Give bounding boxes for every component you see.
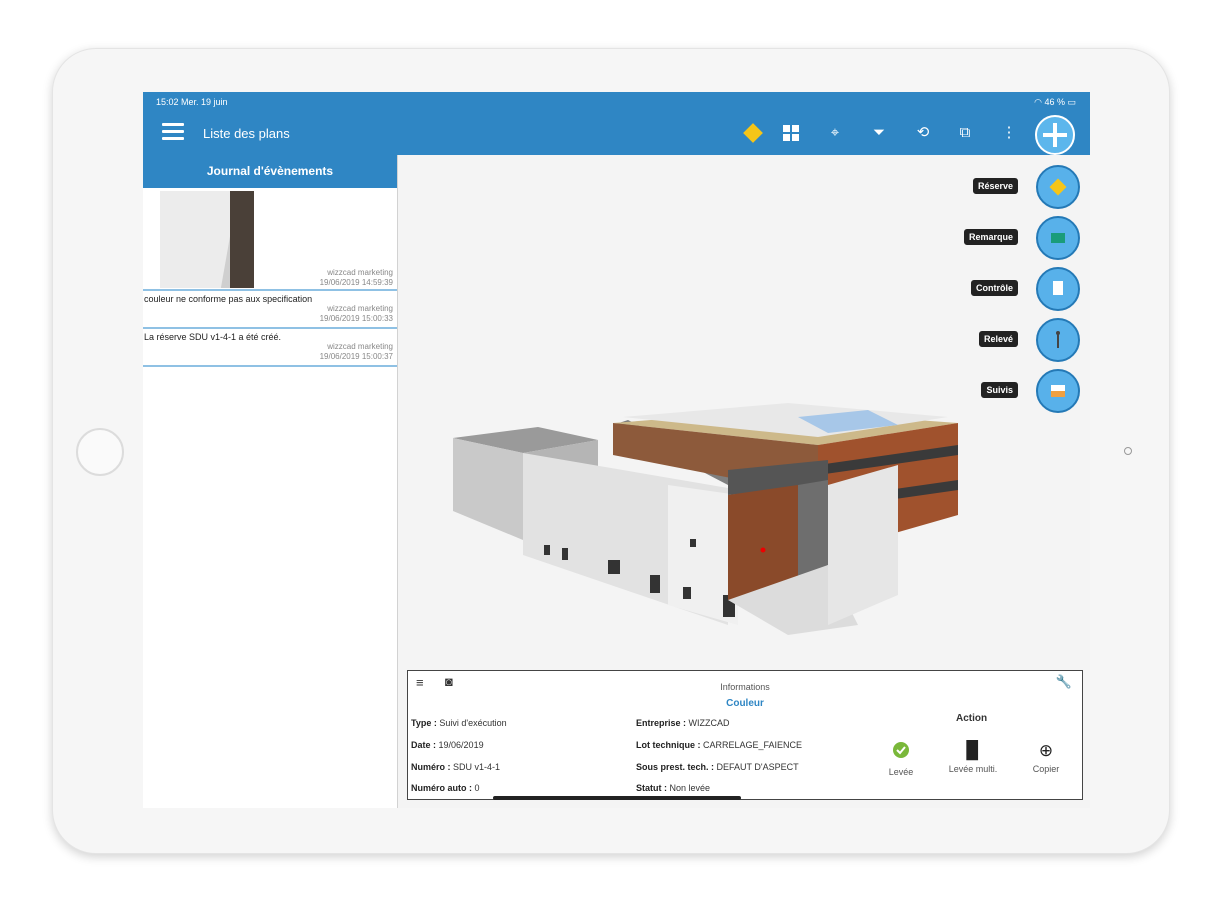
layers-icon[interactable]: ⧉ <box>953 121 977 145</box>
more-vert-icon[interactable]: ⋮ <box>997 121 1021 145</box>
info-title: Informations <box>720 682 770 692</box>
filter-icon[interactable]: ⏷ <box>867 121 891 145</box>
status-time: 15:02 Mer. 19 juin <box>156 97 228 107</box>
journal-title: Journal d'évènements <box>143 155 397 188</box>
fab-suivis-label[interactable]: Suivis <box>981 382 1018 398</box>
info-subtitle: Couleur <box>726 698 764 709</box>
numero-field: Numéro : SDU v1-4-1 <box>411 762 501 772</box>
hamburger-menu-icon[interactable] <box>162 123 184 140</box>
numero-auto-field: Numéro auto : 0 <box>411 783 480 793</box>
levee-button[interactable]: Levée <box>866 741 936 777</box>
wifi-icon: ◠ <box>1034 97 1042 107</box>
fab-controle-label[interactable]: Contrôle <box>971 280 1018 296</box>
copier-label: Copier <box>1032 764 1060 774</box>
event-item[interactable]: couleur ne conforme pas aux specificatio… <box>143 291 397 329</box>
status-right: ◠ 46 % ▭ <box>1034 97 1076 108</box>
app-bar: 15:02 Mer. 19 juin ◠ 46 % ▭ Liste des pl… <box>143 92 1090 155</box>
event-text: couleur ne conforme pas aux specificatio… <box>144 294 313 304</box>
document-icon: ▉ <box>966 741 980 760</box>
home-button[interactable] <box>76 428 124 476</box>
levee-label: Levée <box>888 767 914 777</box>
camera-icon <box>1124 447 1132 455</box>
date-field: Date : 19/06/2019 <box>411 740 484 750</box>
fab-releve-label[interactable]: Relevé <box>978 331 1018 347</box>
entreprise-field: Entreprise : WIZZCAD <box>636 718 730 728</box>
event-date: 19/06/2019 14:59:39 <box>319 278 393 287</box>
event-date: 19/06/2019 15:00:33 <box>319 314 393 323</box>
event-text: La réserve SDU v1-4-1 a été créé. <box>144 332 282 342</box>
event-photo[interactable] <box>160 191 254 288</box>
event-item[interactable]: La réserve SDU v1-4-1 a été créé. wizzca… <box>143 329 397 367</box>
event-item[interactable]: wizzcad marketing 19/06/2019 14:59:39 <box>143 188 397 291</box>
levee-multi-button[interactable]: ▉ Levée multi. <box>938 741 1008 774</box>
remarque-comment-icon[interactable] <box>1036 216 1080 260</box>
info-panel: ≡ ◙ 🔧 Informations Couleur Type : Suivi … <box>407 670 1083 800</box>
page-title: Liste des plans <box>203 126 290 141</box>
home-indicator <box>493 796 741 800</box>
event-date: 19/06/2019 15:00:37 <box>319 352 393 361</box>
grid-icon[interactable] <box>779 121 803 145</box>
event-author: wizzcad marketing <box>327 268 393 277</box>
reserve-diamond-icon[interactable] <box>1036 165 1080 209</box>
copier-button[interactable]: ⊕ Copier <box>1011 741 1081 774</box>
releve-measure-icon[interactable] <box>1036 318 1080 362</box>
reserve-marker-icon[interactable] <box>741 121 765 145</box>
add-button[interactable] <box>1035 115 1075 155</box>
3d-viewport[interactable]: Réserve Remarque Contrôle Relevé Suivis <box>398 155 1090 670</box>
event-author: wizzcad marketing <box>327 342 393 351</box>
sous-prestation-field: Sous prest. tech. : DEFAUT D'ASPECT <box>636 762 799 772</box>
type-field: Type : Suivi d'exécution <box>411 718 507 728</box>
suivis-stack-icon[interactable] <box>1036 369 1080 413</box>
battery-level: 46 % <box>1044 97 1065 107</box>
app-screen: 15:02 Mer. 19 juin ◠ 46 % ▭ Liste des pl… <box>143 92 1090 808</box>
fab-reserve-label[interactable]: Réserve <box>972 178 1018 194</box>
fab-remarque-label[interactable]: Remarque <box>963 229 1018 245</box>
battery-icon: ▭ <box>1067 97 1076 107</box>
copy-icon: ⊕ <box>1038 741 1054 760</box>
statut-field: Statut : Non levée <box>636 783 711 793</box>
controle-document-icon[interactable] <box>1036 267 1080 311</box>
event-journal: Journal d'évènements wizzcad marketing 1… <box>143 155 398 808</box>
target-icon[interactable]: ⌖ <box>823 121 847 145</box>
sync-icon[interactable]: ⟲ <box>911 121 935 145</box>
lot-field: Lot technique : CARRELAGE_FAIENCE <box>636 740 803 750</box>
event-author: wizzcad marketing <box>327 304 393 313</box>
levee-multi-label: Levée multi. <box>948 764 998 774</box>
action-title: Action <box>956 713 988 724</box>
check-circle-icon <box>866 741 936 764</box>
